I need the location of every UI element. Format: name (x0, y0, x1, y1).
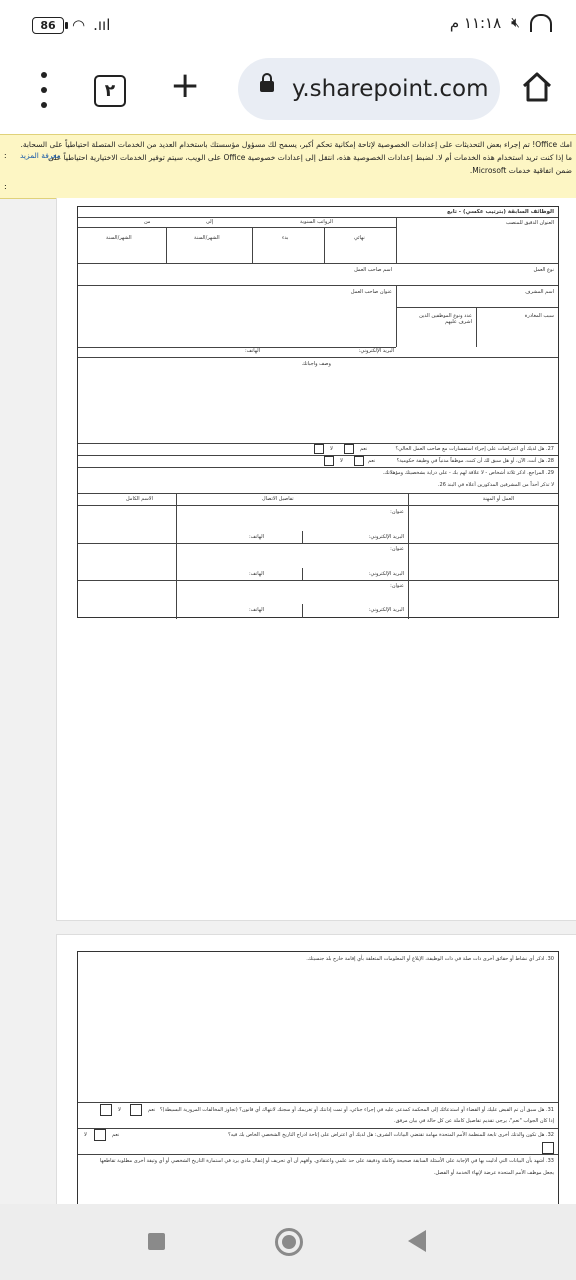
ref2-phone: الهاتف: (249, 571, 264, 577)
q29-text: 29. المراجع. اذكر ثلاثة أشخاص - لا علاقة… (382, 470, 554, 476)
new-tab-icon[interactable]: + (170, 66, 200, 106)
q28-text: 28. هل أنت، الآن، أو هل سبق لك أن كنت، م… (396, 458, 554, 464)
ref2-email: البريد الإلكتروني: (368, 571, 404, 577)
status-time: ١١:١٨ م (449, 14, 502, 32)
salary-start-label: بدء (282, 235, 289, 241)
ref3-phone: الهاتف: (249, 607, 264, 613)
status-left: 86 ◠ .ııl (32, 16, 110, 34)
ref1-phone: الهاتف: (249, 534, 264, 540)
annual-salary-label: الرواتب السنوية (300, 219, 333, 225)
banner-colon: : (4, 151, 7, 160)
salary-final-label: نهائي (354, 235, 365, 241)
recent-apps-icon[interactable] (148, 1233, 165, 1250)
q32-no-label: لا (84, 1132, 87, 1138)
duties-label: وصف واجباتك (302, 361, 331, 367)
employer-email-label: البريد الإلكتروني: (358, 348, 394, 354)
q31-no-checkbox[interactable] (100, 1104, 112, 1116)
ref-full-name-header: الاسم الكامل (126, 496, 154, 502)
prev-jobs-heading: الوظائف السابقة (بترتيب عكسي) - تابع (446, 209, 554, 215)
q32-yes-checkbox[interactable] (94, 1129, 106, 1141)
q27-yes-label: نعم (360, 446, 368, 452)
document-page-2: 30. اذكر أي نشاط أو حقائق أخرى ذات صلة ف… (56, 934, 576, 1209)
employer-address-label: عنوان صاحب العمل (350, 289, 392, 295)
q30-text: 30. اذكر أي نشاط أو حقائق أخرى ذات صلة ف… (306, 956, 554, 962)
q33b-text: يجعل موظف الأمم المتحدة عرضة لإنهاء الخد… (433, 1170, 554, 1176)
browser-toolbar: ٢ + y.sharepoint.com (0, 54, 576, 134)
banner-line-2: ما إذا كنت تريد استخدام هذه الخدمات أم ل… (48, 153, 572, 162)
q31-yes-label: نعم (148, 1107, 156, 1113)
q33-text: 33. أشهد بأن البيانات التي أدليت بها في … (99, 1158, 554, 1164)
privacy-banner: امك Office! تم إجراء بعض التحديثات على إ… (0, 134, 576, 182)
q28-yes-checkbox[interactable] (354, 456, 364, 466)
back-icon[interactable] (408, 1230, 426, 1252)
wifi-icon: ◠ (72, 16, 86, 34)
home-nav-icon[interactable] (275, 1228, 303, 1256)
q31-no-label: لا (118, 1107, 121, 1113)
ref-job-header: العمل أو المهنة (482, 496, 514, 502)
headset-icon (530, 14, 552, 32)
ref1-address: عنوان: (390, 509, 404, 515)
ref1-email: البريد الإلكتروني: (368, 534, 404, 540)
exact-title-label: العنوان الدقيق للمنصب (505, 220, 554, 226)
banner-line-1: امك Office! تم إجراء بعض التحديثات على إ… (20, 140, 572, 149)
leave-reason-label: سبب المغادرة (524, 313, 554, 319)
form-page-2: 30. اذكر أي نشاط أو حقائق أخرى ذات صلة ف… (77, 951, 559, 1209)
work-type-label: نوع العمل (533, 267, 554, 273)
android-nav-bar (0, 1204, 576, 1280)
form-page-1: الوظائف السابقة (بترتيب عكسي) - تابع الع… (77, 206, 559, 619)
q28-no-label: لا (340, 458, 343, 464)
q32-text: 32. هل تكون والدتك أخرى تابعة للمنظمة ال… (228, 1132, 554, 1138)
status-right: ١١:١٨ م 🔇︎ (450, 14, 552, 32)
mute-icon: 🔇︎ (511, 15, 520, 31)
battery-icon: 86 (32, 16, 68, 34)
ref-contact-header: تفاصيل الاتصال (262, 496, 294, 502)
q31b-text: إذا كان الجواب "نعم"، يرجى تقديم تفاصيل … (394, 1118, 554, 1124)
subordinates-label: عدد ونوع الموظفين الذين اشرف عليهم (419, 313, 472, 325)
learn-more-link[interactable]: معرفة المزيد (20, 151, 61, 160)
supervisor-name-label: اسم المشرف (525, 289, 554, 295)
employer-phone-label: الهاتف: (245, 348, 260, 354)
q28-yes-label: نعم (368, 458, 376, 464)
tab-switcher-button[interactable]: ٢ (94, 75, 126, 107)
to-month-year: الشهر/السنة (194, 235, 220, 241)
to-label: إلى (206, 219, 214, 225)
url-text: y.sharepoint.com (292, 76, 489, 102)
banner-strip-colon: : (4, 182, 7, 191)
home-icon[interactable] (520, 70, 554, 104)
q32-extra-checkbox[interactable] (542, 1142, 554, 1154)
employer-name-label: اسم صاحب العمل (354, 267, 392, 273)
from-month-year: الشهر/السنة (106, 235, 132, 241)
q27-no-label: لا (330, 446, 333, 452)
menu-icon[interactable] (38, 72, 50, 108)
document-page-1: الوظائف السابقة (بترتيب عكسي) - تابع الع… (56, 198, 576, 921)
lock-icon (260, 73, 274, 92)
q28-no-checkbox[interactable] (324, 456, 334, 466)
from-label: من (144, 219, 151, 225)
q27-no-checkbox[interactable] (314, 444, 324, 454)
address-bar[interactable]: y.sharepoint.com (238, 58, 500, 120)
ref3-email: البريد الإلكتروني: (368, 607, 404, 613)
ref2-address: عنوان: (390, 546, 404, 552)
q31-yes-checkbox[interactable] (130, 1104, 142, 1116)
signal-icon: .ııl (93, 16, 111, 34)
q29b-text: لا تذكر أحداً من المشرفين المذكورين أعلا… (437, 482, 554, 488)
q27-yes-checkbox[interactable] (344, 444, 354, 454)
banner-line-3: ضمن اتفاقية خدمات Microsoft. (469, 166, 572, 175)
ref3-address: عنوان: (390, 583, 404, 589)
q27-text: 27. هل لديك أي اعتراضات على إجراء استفسا… (395, 446, 554, 452)
q31-text: 31. هل سبق أن تم القبض عليك أو القضاء أو… (159, 1107, 554, 1113)
banner-strip: : (0, 180, 576, 199)
q32-yes-label: نعم (112, 1132, 120, 1138)
status-bar: 86 ◠ .ııl ١١:١٨ م 🔇︎ (0, 0, 576, 54)
